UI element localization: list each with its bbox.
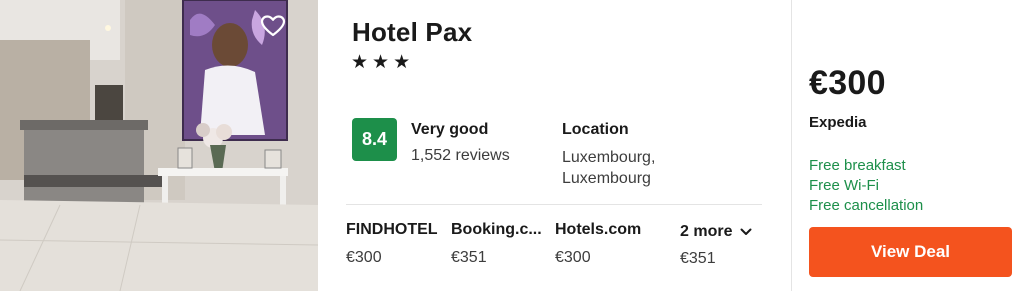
star-icon: ★: [393, 51, 411, 73]
rating-score-badge: 8.4: [352, 118, 397, 161]
review-count[interactable]: 1,552 reviews: [411, 147, 510, 165]
heart-icon: [260, 15, 286, 37]
provider-offer-booking[interactable]: Booking.c... €351: [451, 221, 547, 267]
rating-label: Very good: [411, 121, 489, 138]
hotel-card: Hotel Pax ★ ★ ★ 8.4 Very good 1,552 revi…: [0, 0, 1024, 291]
provider-price: €300: [555, 249, 591, 266]
location-title: Location: [562, 121, 629, 138]
provider-offer-findhotel[interactable]: FINDHOTEL €300: [346, 221, 442, 267]
deal-provider: Expedia: [809, 114, 867, 131]
amenity-item: Free breakfast: [809, 157, 906, 174]
provider-price: €300: [346, 249, 382, 266]
provider-name: FINDHOTEL: [346, 221, 438, 238]
amenity-item: Free Wi-Fi: [809, 177, 879, 194]
amenity-item: Free cancellation: [809, 197, 924, 214]
star-icon: ★: [351, 51, 369, 73]
view-deal-button[interactable]: View Deal: [809, 227, 1012, 277]
favorite-button[interactable]: [260, 14, 296, 50]
location-text: Luxembourg, Luxembourg: [562, 147, 655, 189]
deal-price: €300: [809, 64, 886, 102]
provider-price: €351: [451, 249, 487, 266]
star-icon: ★: [372, 51, 390, 73]
more-offers-button[interactable]: 2 more: [680, 223, 752, 241]
chevron-down-icon: [740, 228, 752, 235]
provider-offer-hotels[interactable]: Hotels.com €300: [555, 221, 651, 267]
amenities-list: Free breakfast Free Wi-Fi Free cancellat…: [809, 156, 923, 216]
star-rating: ★ ★ ★: [351, 52, 410, 72]
provider-name: Hotels.com: [555, 221, 642, 238]
more-offers-label: 2 more: [680, 223, 733, 240]
hotel-name[interactable]: Hotel Pax: [352, 17, 472, 48]
divider: [346, 204, 762, 205]
more-offers-price: €351: [680, 250, 716, 267]
column-divider: [791, 0, 792, 291]
location-line: Luxembourg: [562, 170, 651, 187]
location-line: Luxembourg,: [562, 149, 656, 166]
provider-name: Booking.c...: [451, 221, 542, 238]
hotel-photo[interactable]: [0, 0, 318, 291]
